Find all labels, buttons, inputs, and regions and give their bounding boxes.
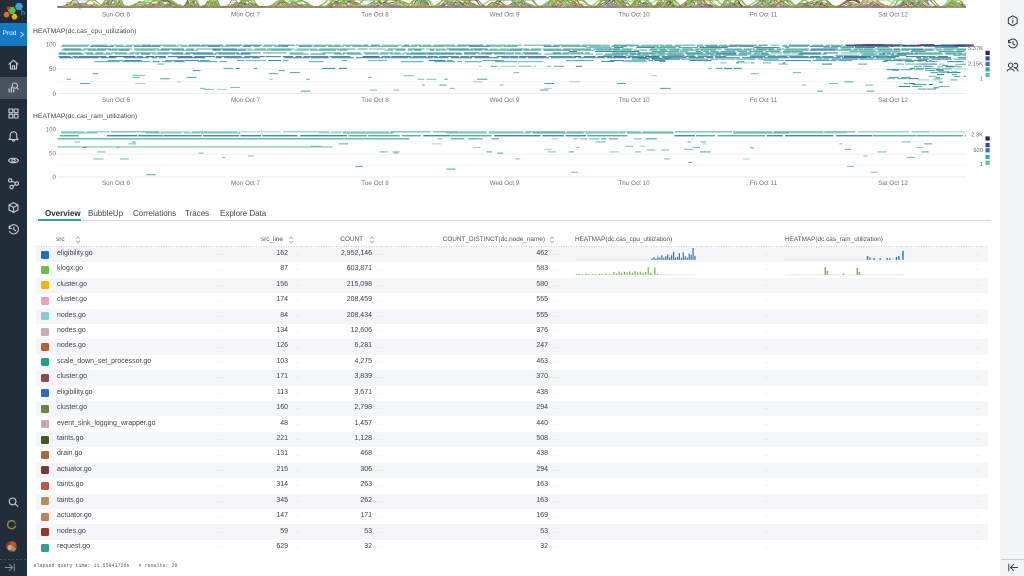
svg-text:50: 50 bbox=[49, 150, 57, 157]
svg-text:Sun Oct 6: Sun Oct 6 bbox=[102, 180, 130, 187]
svg-text:Thu Oct 10: Thu Oct 10 bbox=[618, 97, 650, 104]
svg-text:100: 100 bbox=[45, 127, 56, 134]
svg-text:0: 0 bbox=[52, 91, 56, 98]
svg-text:h: h bbox=[21, 10, 25, 17]
svg-text:Tue Oct 8: Tue Oct 8 bbox=[361, 180, 389, 187]
svg-text:0: 0 bbox=[52, 174, 56, 181]
svg-text:Sat Oct 12: Sat Oct 12 bbox=[878, 12, 908, 19]
svg-text:HEATMAP(dc.cas_cpu_utilization: HEATMAP(dc.cas_cpu_utilization) bbox=[33, 28, 136, 35]
svg-text:Sat Oct 12: Sat Oct 12 bbox=[878, 180, 908, 187]
svg-text:1: 1 bbox=[980, 77, 983, 83]
svg-text:Fri Oct 11: Fri Oct 11 bbox=[750, 180, 778, 187]
svg-text:Wed Oct 9: Wed Oct 9 bbox=[490, 97, 520, 104]
svg-text:Wed Oct 9: Wed Oct 9 bbox=[490, 180, 520, 187]
svg-text:Fri Oct 11: Fri Oct 11 bbox=[750, 97, 778, 104]
svg-text:Tue Oct 8: Tue Oct 8 bbox=[361, 97, 389, 104]
svg-text:2.15K: 2.15K bbox=[968, 62, 983, 68]
svg-text:Wed Oct 9: Wed Oct 9 bbox=[490, 12, 520, 19]
svg-text:Sun Oct 6: Sun Oct 6 bbox=[102, 97, 130, 104]
svg-text:Mon Oct 7: Mon Oct 7 bbox=[231, 180, 261, 187]
svg-text:50: 50 bbox=[49, 66, 57, 73]
svg-text:0: 0 bbox=[78, 4, 82, 11]
svg-text:1: 1 bbox=[980, 162, 983, 168]
svg-text:100: 100 bbox=[45, 42, 56, 49]
svg-text:Fri Oct 11: Fri Oct 11 bbox=[750, 12, 778, 19]
svg-text:Tue Oct 8: Tue Oct 8 bbox=[361, 12, 389, 19]
svg-text:HEATMAP(dc.cas_ram_utilization: HEATMAP(dc.cas_ram_utilization) bbox=[33, 113, 137, 120]
svg-text:920: 920 bbox=[973, 148, 983, 154]
svg-text:Sat Oct 12: Sat Oct 12 bbox=[878, 97, 908, 104]
svg-text:Mon Oct 7: Mon Oct 7 bbox=[231, 12, 261, 19]
svg-text:Sun Oct 6: Sun Oct 6 bbox=[102, 12, 130, 19]
svg-text:Mon Oct 7: Mon Oct 7 bbox=[231, 97, 261, 104]
svg-text:Thu Oct 10: Thu Oct 10 bbox=[618, 12, 650, 19]
svg-text:Thu Oct 10: Thu Oct 10 bbox=[618, 180, 650, 187]
svg-text:5.37K: 5.37K bbox=[968, 46, 983, 52]
svg-text:2.3K: 2.3K bbox=[971, 133, 983, 139]
